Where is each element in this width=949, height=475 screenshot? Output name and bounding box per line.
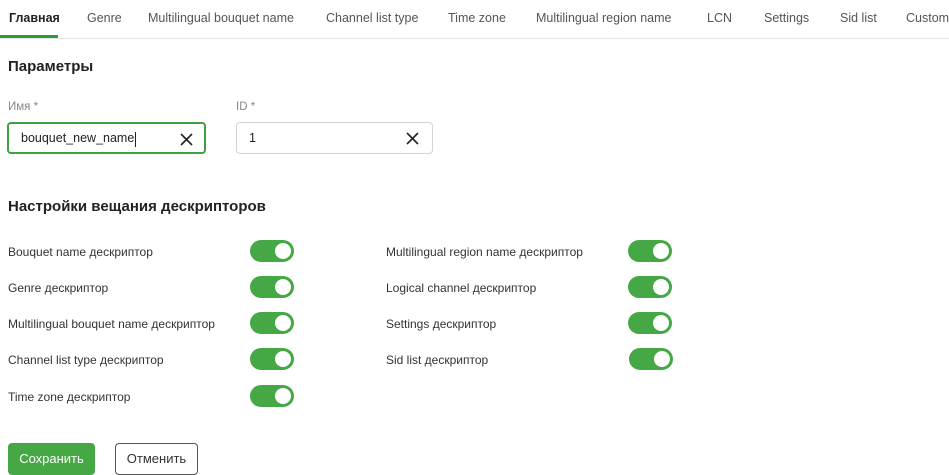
toggle-knob bbox=[275, 388, 291, 404]
tab-time-zone[interactable]: Time zone bbox=[448, 11, 506, 25]
toggle-knob bbox=[275, 243, 291, 259]
params-section-title: Параметры bbox=[8, 58, 94, 75]
tab-settings[interactable]: Settings bbox=[764, 11, 809, 25]
name-input-box bbox=[7, 122, 206, 154]
clear-id-icon[interactable] bbox=[405, 131, 420, 146]
toggle-knob bbox=[654, 351, 670, 367]
tab-lcn[interactable]: LCN bbox=[707, 11, 732, 25]
tab-sid-list[interactable]: Sid list bbox=[840, 11, 877, 25]
tab-multilingual-region-name[interactable]: Multilingual region name bbox=[536, 11, 672, 25]
tab-genre[interactable]: Genre bbox=[87, 11, 122, 25]
text-caret bbox=[135, 132, 136, 147]
id-input[interactable] bbox=[249, 123, 369, 153]
toggle-knob bbox=[653, 279, 669, 295]
toggle-channel-list-type[interactable] bbox=[250, 348, 294, 370]
toggle-time-zone[interactable] bbox=[250, 385, 294, 407]
toggle-settings[interactable] bbox=[628, 312, 672, 334]
tab-bar: Главная Genre Multilingual bouquet name … bbox=[0, 0, 949, 39]
descriptor-label-multilingual-region-name: Multilingual region name дескриптор bbox=[386, 245, 583, 259]
toggle-bouquet-name[interactable] bbox=[250, 240, 294, 262]
cancel-button[interactable]: Отменить bbox=[115, 443, 198, 475]
clear-name-icon[interactable] bbox=[179, 132, 194, 147]
active-tab-indicator bbox=[0, 35, 58, 38]
tab-custom[interactable]: Custom bbox=[906, 11, 949, 25]
tab-main[interactable]: Главная bbox=[9, 11, 60, 25]
descriptor-label-multilingual-bouquet-name: Multilingual bouquet name дескриптор bbox=[8, 317, 215, 331]
toggle-sid-list[interactable] bbox=[629, 348, 673, 370]
toggle-knob bbox=[275, 279, 291, 295]
name-field-label: Имя * bbox=[8, 101, 39, 113]
toggle-genre[interactable] bbox=[250, 276, 294, 298]
id-field-label: ID * bbox=[236, 101, 256, 113]
tab-channel-list-type[interactable]: Channel list type bbox=[326, 11, 418, 25]
toggle-logical-channel[interactable] bbox=[628, 276, 672, 298]
name-input[interactable] bbox=[21, 124, 141, 152]
toggle-knob bbox=[275, 351, 291, 367]
save-button[interactable]: Сохранить bbox=[8, 443, 95, 475]
toggle-knob bbox=[653, 243, 669, 259]
descriptor-label-genre: Genre дескриптор bbox=[8, 281, 109, 295]
tab-multilingual-bouquet-name[interactable]: Multilingual bouquet name bbox=[148, 11, 294, 25]
descriptor-label-time-zone: Time zone дескриптор bbox=[8, 390, 131, 404]
toggle-multilingual-bouquet-name[interactable] bbox=[250, 312, 294, 334]
id-input-box bbox=[236, 122, 433, 154]
toggle-knob bbox=[275, 315, 291, 331]
toggle-knob bbox=[653, 315, 669, 331]
descriptor-label-bouquet-name: Bouquet name дескриптор bbox=[8, 245, 153, 259]
descriptor-label-channel-list-type: Channel list type дескриптор bbox=[8, 353, 164, 367]
descriptor-label-logical-channel: Logical channel дескриптор bbox=[386, 281, 537, 295]
descriptor-label-sid-list: Sid list дескриптор bbox=[386, 353, 489, 367]
descriptor-label-settings: Settings дескриптор bbox=[386, 317, 497, 331]
descriptors-section-title: Настройки вещания дескрипторов bbox=[8, 198, 266, 215]
toggle-multilingual-region-name[interactable] bbox=[628, 240, 672, 262]
